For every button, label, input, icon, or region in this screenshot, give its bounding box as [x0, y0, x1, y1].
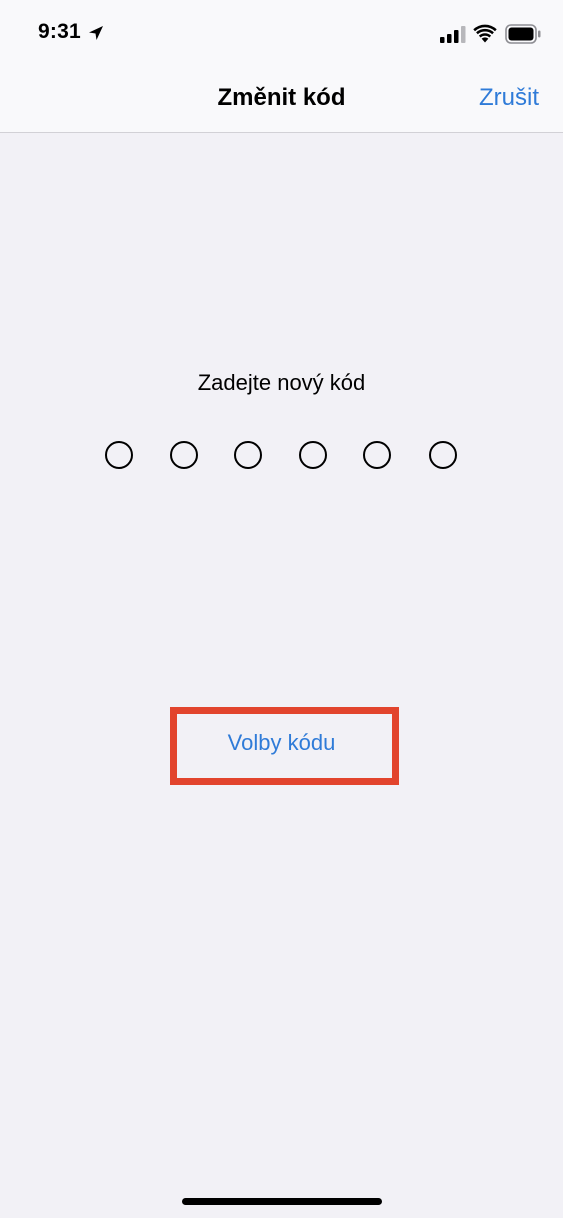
status-time: 9:31	[38, 20, 81, 43]
wifi-icon	[473, 24, 497, 43]
passcode-options-button[interactable]: Volby kódu	[0, 730, 563, 756]
passcode-prompt: Zadejte nový kód	[197, 370, 366, 395]
cellular-signal-icon	[440, 26, 466, 43]
home-indicator[interactable]	[182, 1198, 382, 1205]
passcode-dot	[299, 441, 327, 469]
battery-icon	[505, 24, 541, 44]
passcode-dot	[105, 441, 133, 469]
passcode-dot	[170, 441, 198, 469]
passcode-dots	[105, 441, 461, 469]
passcode-dot	[429, 441, 457, 469]
status-bar: 9:31	[0, 0, 563, 70]
passcode-dot	[234, 441, 262, 469]
navigation-bar: Změnit kód Zrušit	[0, 70, 563, 133]
location-arrow-icon	[89, 26, 103, 40]
cancel-button[interactable]: Zrušit	[479, 84, 539, 112]
passcode-dot	[363, 441, 391, 469]
